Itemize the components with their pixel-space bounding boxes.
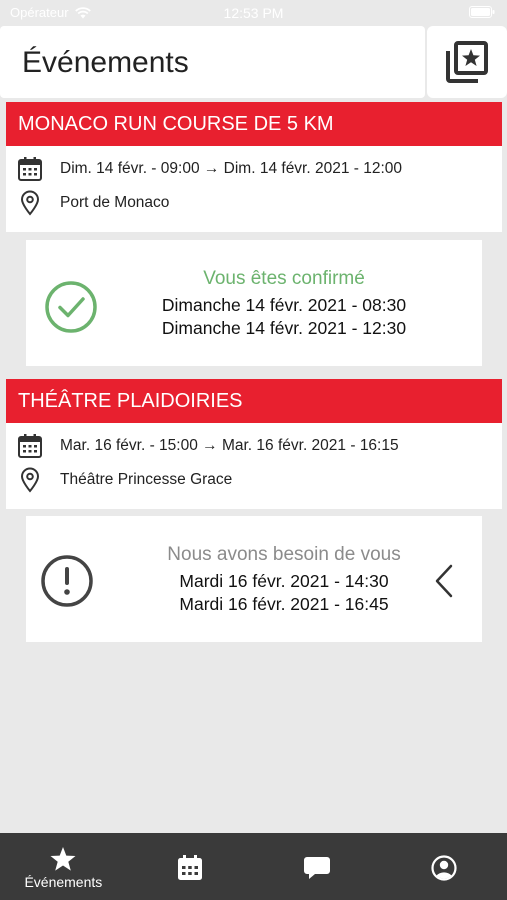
exclamation-circle-icon	[41, 555, 93, 607]
chevron-left-icon[interactable]	[434, 564, 454, 598]
event-title: THÉÂTRE PLAIDOIRIES	[18, 389, 243, 412]
status-time: 12:53 PM	[223, 5, 284, 21]
event-title-bar[interactable]: THÉÂTRE PLAIDOIRIES	[6, 379, 502, 423]
status-lines: Nous avons besoin de vous Mardi 16 févr.…	[116, 544, 452, 616]
star-icon	[50, 847, 76, 871]
event-title: MONACO RUN COURSE DE 5 KM	[18, 112, 334, 135]
status-text: Nous avons besoin de vous	[167, 544, 401, 565]
event-dates-row: Dim. 14 févr. - 09:00 → Dim. 14 févr. 20…	[6, 154, 402, 184]
tab-messages[interactable]	[254, 833, 381, 900]
shift-start: Mardi 16 févr. 2021 - 14:30	[179, 571, 389, 591]
event-dates: Dim. 14 févr. - 09:00 → Dim. 14 févr. 20…	[60, 160, 403, 177]
event-dates: Mar. 16 févr. - 15:00 → Mar. 16 févr. 20…	[60, 437, 399, 454]
tab-label: Événements	[24, 874, 103, 890]
battery-icon	[469, 6, 495, 18]
profile-icon	[431, 855, 457, 881]
participation-status-card[interactable]: Vous êtes confirmé Dimanche 14 févr. 202…	[26, 240, 482, 366]
shift-end: Mardi 16 févr. 2021 - 16:45	[179, 594, 389, 614]
favorites-button[interactable]	[427, 26, 507, 98]
starred-collection-icon	[446, 41, 488, 83]
page-header: Événements	[0, 26, 425, 98]
event-location-row: Théâtre Princesse Grace	[6, 465, 232, 495]
status-lines: Vous êtes confirmé Dimanche 14 févr. 202…	[116, 268, 452, 340]
event-info[interactable]: Mar. 16 févr. - 15:00 → Mar. 16 févr. 20…	[6, 423, 502, 509]
participation-status-card[interactable]: Nous avons besoin de vous Mardi 16 févr.…	[26, 516, 482, 642]
status-bar: Opérateur 12:53 PM	[0, 0, 507, 26]
shift-end: Dimanche 14 févr. 2021 - 12:30	[161, 318, 407, 338]
calendar-icon	[178, 855, 203, 880]
event-info[interactable]: Dim. 14 févr. - 09:00 → Dim. 14 févr. 20…	[6, 146, 502, 232]
event-location: Théâtre Princesse Grace	[60, 471, 233, 488]
shift-start: Dimanche 14 févr. 2021 - 08:30	[161, 295, 407, 315]
tab-profile[interactable]	[380, 833, 507, 900]
event-location-row: Port de Monaco	[6, 188, 169, 218]
page-title: Événements	[22, 46, 189, 79]
tab-calendar[interactable]	[127, 833, 254, 900]
check-circle-icon	[45, 281, 97, 333]
event-dates-row: Mar. 16 févr. - 15:00 → Mar. 16 févr. 20…	[6, 431, 399, 461]
location-pin-icon	[16, 190, 44, 216]
tab-events[interactable]: Événements	[0, 833, 127, 900]
location-pin-icon	[16, 467, 44, 493]
calendar-icon	[16, 156, 44, 182]
bottom-tab-bar: Événements	[0, 833, 507, 900]
event-title-bar[interactable]: MONACO RUN COURSE DE 5 KM	[6, 102, 502, 146]
calendar-icon	[16, 433, 44, 459]
event-location: Port de Monaco	[60, 194, 170, 211]
status-text: Vous êtes confirmé	[203, 268, 365, 289]
chat-bubble-icon	[303, 857, 330, 879]
